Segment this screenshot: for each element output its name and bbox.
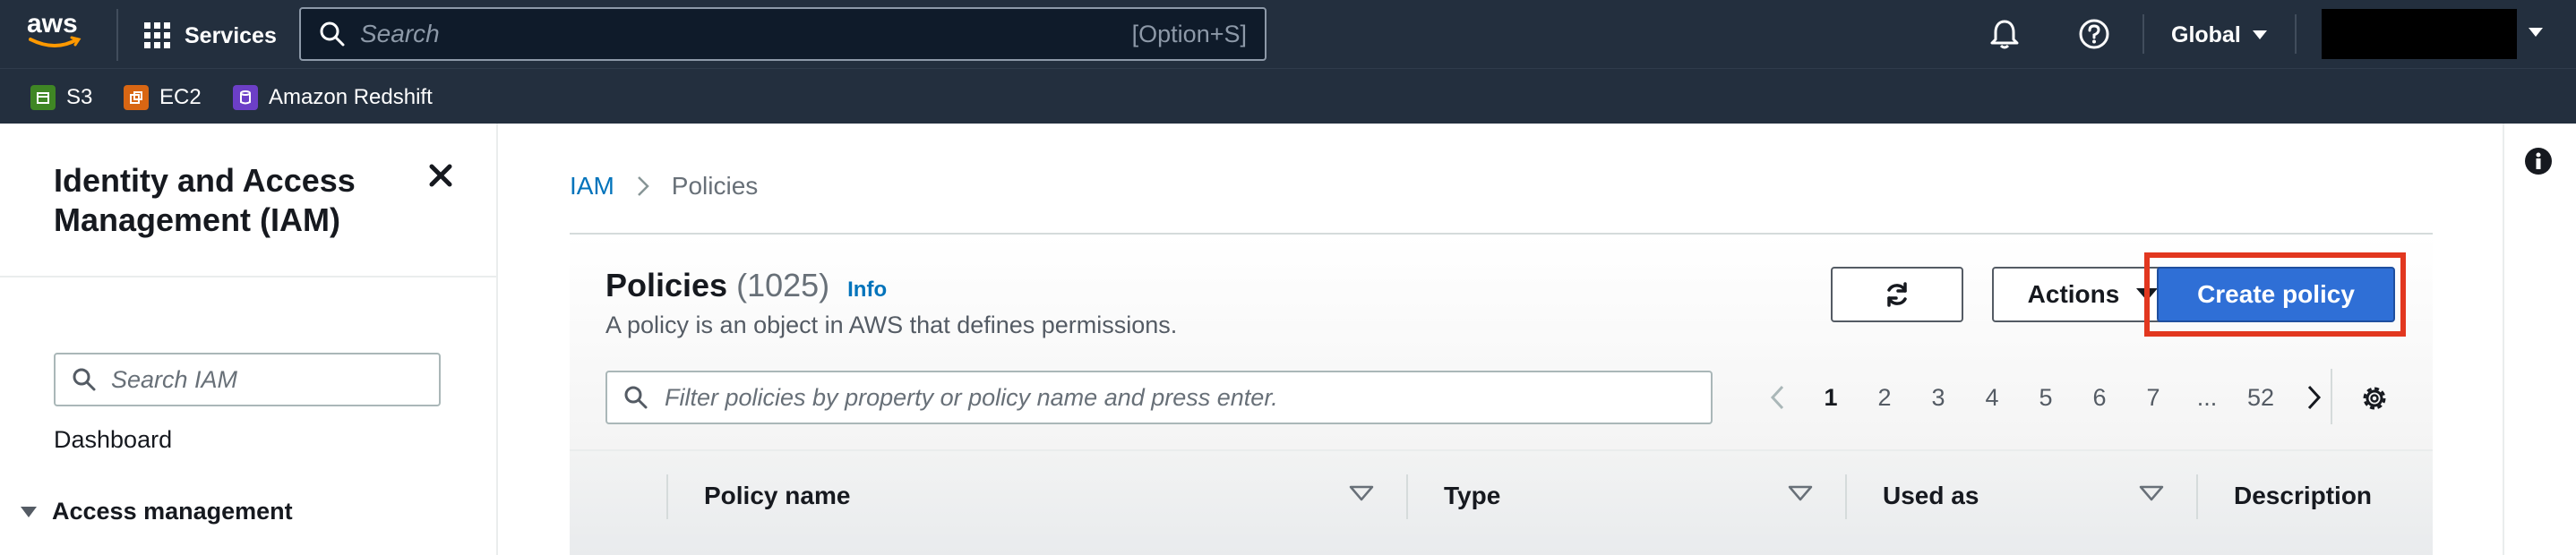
s3-icon [30, 85, 56, 110]
side-nav-title: Identity and Access Management (IAM) [54, 162, 356, 238]
column-header-type[interactable]: Type [1444, 451, 1500, 541]
search-icon [320, 21, 345, 47]
page-52-button[interactable]: 52 [2234, 384, 2288, 412]
page-3-button[interactable]: 3 [1911, 384, 1965, 412]
global-search-input[interactable]: Search [Option+S] [299, 7, 1267, 61]
column-header-description[interactable]: Description [2234, 451, 2372, 541]
filter-policies-input[interactable]: Filter policies by property or policy na… [605, 371, 1713, 424]
caret-down-icon [21, 506, 37, 517]
nav-divider [2142, 14, 2144, 54]
page-5-button[interactable]: 5 [2019, 384, 2073, 412]
search-shortcut-hint: [Option+S] [1131, 20, 1247, 47]
refresh-button[interactable] [1831, 267, 1963, 322]
favorite-label: S3 [66, 85, 93, 109]
sidebar-section-label: Access management [52, 498, 293, 525]
create-policy-button[interactable]: Create policy [2157, 267, 2395, 322]
breadcrumb: IAM Policies [570, 172, 758, 201]
breadcrumb-current: Policies [671, 172, 759, 200]
pagination: 1 2 3 4 5 6 7 ... 52 [1750, 371, 2341, 424]
favorite-s3[interactable]: S3 [30, 83, 92, 112]
table-column-headers: Policy name Type Used as Description [570, 449, 2433, 555]
policies-table-container: Policies (1025) Info A policy is an obje… [570, 235, 2433, 555]
page-title: Policies (1025) Info [605, 267, 887, 304]
notifications-button[interactable] [1987, 16, 2022, 52]
side-navigation: Identity and Access Management (IAM) Sea… [0, 124, 498, 555]
nav-divider [116, 9, 118, 61]
policies-description: A policy is an object in AWS that define… [605, 312, 1178, 338]
favorites-bar: S3 EC2 Amazon Redshift [0, 68, 2576, 124]
close-icon[interactable] [428, 163, 453, 188]
page-1-button[interactable]: 1 [1804, 384, 1858, 412]
aws-logo[interactable]: aws [27, 9, 90, 56]
pagination-divider [2331, 369, 2332, 424]
search-iam-placeholder: Search IAM [111, 365, 238, 393]
services-label: Services [185, 22, 277, 48]
caret-down-icon [2252, 30, 2267, 39]
policies-title: Policies [605, 267, 728, 303]
help-panel-rail [2503, 124, 2504, 555]
refresh-icon [1887, 282, 1907, 307]
page-6-button[interactable]: 6 [2073, 384, 2126, 412]
info-link[interactable]: Info [847, 278, 887, 303]
column-divider [1845, 474, 1847, 519]
chevron-right-icon [637, 176, 649, 196]
top-navigation: aws Services Search [Option+S] Global [0, 0, 2576, 68]
filter-placeholder: Filter policies by property or policy na… [665, 383, 1278, 411]
info-icon[interactable] [2524, 147, 2553, 175]
next-page-button[interactable] [2288, 384, 2341, 411]
favorite-label: Amazon Redshift [269, 85, 433, 109]
aws-smile-icon [29, 36, 82, 47]
sidebar-item-dashboard[interactable]: Dashboard [54, 426, 172, 454]
region-label: Global [2171, 21, 2241, 47]
caret-down-icon[interactable] [2528, 27, 2544, 38]
page-ellipsis: ... [2196, 383, 2218, 411]
grid-icon [144, 22, 170, 48]
column-header-policy-name[interactable]: Policy name [704, 451, 850, 541]
policies-count: (1025) [736, 267, 830, 303]
ec2-icon [124, 85, 149, 110]
account-menu-redacted[interactable] [2322, 9, 2517, 59]
sort-caret-icon[interactable] [1349, 485, 1374, 501]
redshift-icon [233, 85, 258, 110]
services-menu-button[interactable]: Services [143, 18, 277, 54]
column-divider [666, 474, 668, 519]
sort-caret-icon[interactable] [2139, 485, 2164, 501]
column-divider [1406, 474, 1408, 519]
search-placeholder: Search [360, 20, 440, 47]
bell-icon [1990, 20, 2019, 49]
sort-caret-icon[interactable] [1788, 485, 1813, 501]
chevron-left-icon [1770, 385, 1784, 410]
page-4-button[interactable]: 4 [1965, 384, 2019, 412]
column-divider [2196, 474, 2198, 519]
gear-icon[interactable] [2359, 383, 2390, 414]
help-button[interactable] [2076, 16, 2112, 52]
actions-label: Actions [2027, 280, 2120, 308]
page-7-button[interactable]: 7 [2126, 384, 2180, 412]
breadcrumb-iam-link[interactable]: IAM [570, 172, 614, 201]
chevron-right-icon [2307, 385, 2322, 410]
page-2-button[interactable]: 2 [1858, 384, 1911, 412]
aws-logo-text: aws [27, 9, 78, 38]
favorite-label: EC2 [159, 85, 202, 109]
search-icon [624, 386, 648, 409]
policies-table-header: Policies (1025) Info A policy is an obje… [570, 235, 2433, 449]
nav-divider [2295, 14, 2297, 54]
column-header-used-as[interactable]: Used as [1883, 451, 1979, 541]
sidebar-section-access-management[interactable]: Access management [20, 498, 293, 525]
help-icon [2079, 19, 2109, 49]
search-iam-input[interactable]: Search IAM [54, 353, 441, 406]
side-nav-divider [0, 276, 496, 278]
search-icon [73, 368, 96, 391]
favorite-ec2[interactable]: EC2 [124, 83, 202, 112]
previous-page-button[interactable] [1750, 384, 1804, 411]
region-selector[interactable]: Global [2171, 18, 2268, 52]
favorite-amazon-redshift[interactable]: Amazon Redshift [233, 83, 433, 112]
